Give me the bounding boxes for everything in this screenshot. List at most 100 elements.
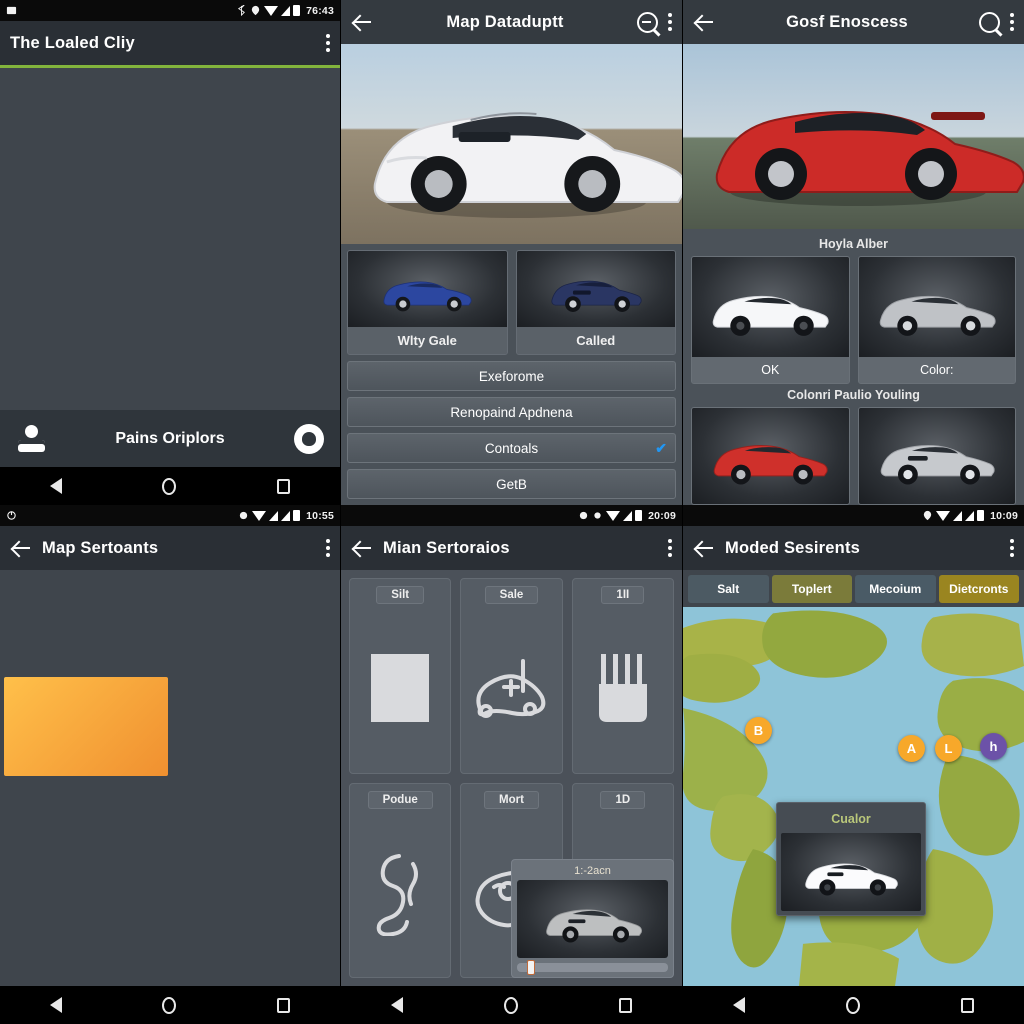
nav-back-icon[interactable] bbox=[733, 997, 746, 1013]
nav-recents-icon[interactable] bbox=[276, 997, 290, 1013]
option-button-renopaind[interactable]: Renopaind Apdnena bbox=[347, 397, 676, 427]
slider-handle[interactable] bbox=[527, 960, 535, 975]
tile-silt[interactable]: Silt bbox=[349, 578, 452, 774]
car-card[interactable] bbox=[4, 574, 168, 673]
nav-back-icon[interactable] bbox=[50, 478, 63, 494]
car-card[interactable] bbox=[172, 677, 336, 776]
option-button-exeforome[interactable]: Exeforome bbox=[347, 361, 676, 391]
back-arrow-icon[interactable] bbox=[10, 537, 32, 559]
overflow-menu-icon[interactable] bbox=[1010, 539, 1014, 557]
search-icon[interactable] bbox=[979, 11, 1000, 33]
back-arrow-icon[interactable] bbox=[351, 537, 373, 559]
tile-label: Mort bbox=[484, 790, 539, 809]
card-row-1: OK Color: bbox=[691, 256, 1016, 384]
signal2-icon bbox=[965, 510, 975, 521]
car-card[interactable]: Color: bbox=[857, 256, 1016, 384]
tile-1ii[interactable]: 1II bbox=[571, 578, 674, 774]
overflow-menu-icon[interactable] bbox=[668, 539, 672, 557]
overflow-menu-icon[interactable] bbox=[326, 539, 330, 557]
action-bar: The Loaled Cliy bbox=[0, 21, 340, 65]
car-card[interactable] bbox=[173, 73, 336, 152]
car-image-darkblue-muscle bbox=[551, 280, 642, 312]
map-marker-b[interactable]: B bbox=[745, 717, 772, 744]
car-card-selected[interactable] bbox=[4, 677, 168, 776]
signal-icon bbox=[623, 510, 633, 521]
bottom-bar-label: Pains Oriplors bbox=[115, 429, 225, 447]
hero-car-view[interactable] bbox=[341, 44, 682, 244]
nav-recents-icon[interactable] bbox=[618, 997, 632, 1013]
tab-toplert[interactable]: Toplert bbox=[771, 575, 852, 603]
status-left-icons bbox=[6, 5, 236, 16]
marker-label: L bbox=[944, 741, 953, 756]
car-card[interactable] bbox=[5, 242, 168, 321]
car-card[interactable] bbox=[173, 157, 336, 236]
nav-home-icon[interactable] bbox=[162, 996, 177, 1014]
car-grid: 4.0 bbox=[0, 570, 340, 986]
page-title: Map Dataduptt bbox=[446, 12, 564, 31]
car-option-card[interactable]: Wlty Gale bbox=[347, 250, 508, 355]
car-card[interactable]: 4.0 bbox=[5, 157, 168, 236]
car-card[interactable]: 4.0 bbox=[172, 574, 336, 673]
comb-icon bbox=[573, 604, 673, 773]
car-card[interactable] bbox=[691, 407, 850, 505]
car-card[interactable]: OK bbox=[691, 256, 850, 384]
checkmark-icon: ✔ bbox=[655, 439, 667, 456]
map-marker-h[interactable]: h bbox=[980, 733, 1007, 760]
nav-back-icon[interactable] bbox=[391, 997, 404, 1013]
preview-slider[interactable] bbox=[517, 960, 668, 975]
tab-salt[interactable]: Salt bbox=[688, 575, 769, 603]
option-button-contoals[interactable]: Contoals ✔ bbox=[347, 433, 676, 463]
map-marker-l[interactable]: L bbox=[935, 735, 962, 762]
car-card[interactable] bbox=[172, 780, 336, 879]
option-button-getb[interactable]: GetB bbox=[347, 469, 676, 499]
map-popup[interactable]: Cualor bbox=[776, 802, 926, 916]
profile-icon[interactable] bbox=[16, 424, 46, 454]
location-icon bbox=[251, 5, 260, 16]
car-card[interactable] bbox=[173, 242, 336, 321]
tab-dietcronts[interactable]: Dietcronts bbox=[938, 575, 1019, 603]
nav-home-icon[interactable] bbox=[503, 996, 518, 1014]
tab-mecoium[interactable]: Mecoium bbox=[855, 575, 936, 603]
car-card[interactable]: 4.0 bbox=[172, 883, 336, 982]
car-card[interactable] bbox=[4, 780, 168, 879]
signal-icon bbox=[281, 5, 291, 16]
map-marker-a[interactable]: A bbox=[898, 735, 925, 762]
status-bar: 76:43 bbox=[0, 0, 340, 21]
car-card[interactable] bbox=[173, 326, 336, 405]
android-nav-bar bbox=[683, 986, 1024, 1024]
back-arrow-icon[interactable] bbox=[693, 11, 715, 33]
nav-home-icon[interactable] bbox=[162, 477, 177, 495]
status-time: 20:09 bbox=[648, 509, 676, 522]
back-arrow-icon[interactable] bbox=[693, 537, 715, 559]
action-bar: Gosf Enoscess bbox=[683, 0, 1024, 44]
tile-podue[interactable]: Podue bbox=[349, 782, 452, 978]
nav-home-icon[interactable] bbox=[845, 996, 860, 1014]
nav-recents-icon[interactable] bbox=[276, 478, 290, 494]
tile-label: Sale bbox=[484, 586, 539, 604]
car-preview-panel[interactable]: 1:-2acn bbox=[511, 859, 674, 978]
status-bar: 20:09 bbox=[341, 505, 682, 526]
overflow-menu-icon[interactable] bbox=[326, 34, 330, 52]
marker-label: B bbox=[753, 723, 764, 738]
tile-sale[interactable]: Sale bbox=[460, 578, 563, 774]
android-nav-bar bbox=[341, 986, 682, 1024]
nav-back-icon[interactable] bbox=[50, 997, 63, 1013]
car-card[interactable]: 4.0 bbox=[5, 73, 168, 152]
overflow-menu-icon[interactable] bbox=[1010, 13, 1014, 31]
search-icon[interactable] bbox=[637, 11, 658, 33]
nav-recents-icon[interactable] bbox=[960, 997, 974, 1013]
car-thumbnail bbox=[858, 408, 1015, 504]
car-card[interactable] bbox=[857, 407, 1016, 505]
car-option-card[interactable]: Called bbox=[515, 250, 676, 355]
car-card[interactable] bbox=[4, 883, 168, 982]
tile-label: 1D bbox=[600, 790, 646, 809]
android-nav-bar bbox=[0, 467, 340, 505]
tile-grid: Silt Sale 1II Podue Mort 1D 1:-2acn bbox=[341, 570, 682, 986]
overflow-menu-icon[interactable] bbox=[668, 13, 672, 31]
back-arrow-icon[interactable] bbox=[351, 11, 373, 33]
paint-icon[interactable] bbox=[294, 423, 324, 454]
car-card[interactable]: 4.0 bbox=[5, 326, 168, 405]
hero-car-view[interactable] bbox=[683, 44, 1024, 229]
world-map[interactable]: B A L h Cualor bbox=[683, 607, 1024, 986]
option-label: GetB bbox=[496, 476, 527, 492]
